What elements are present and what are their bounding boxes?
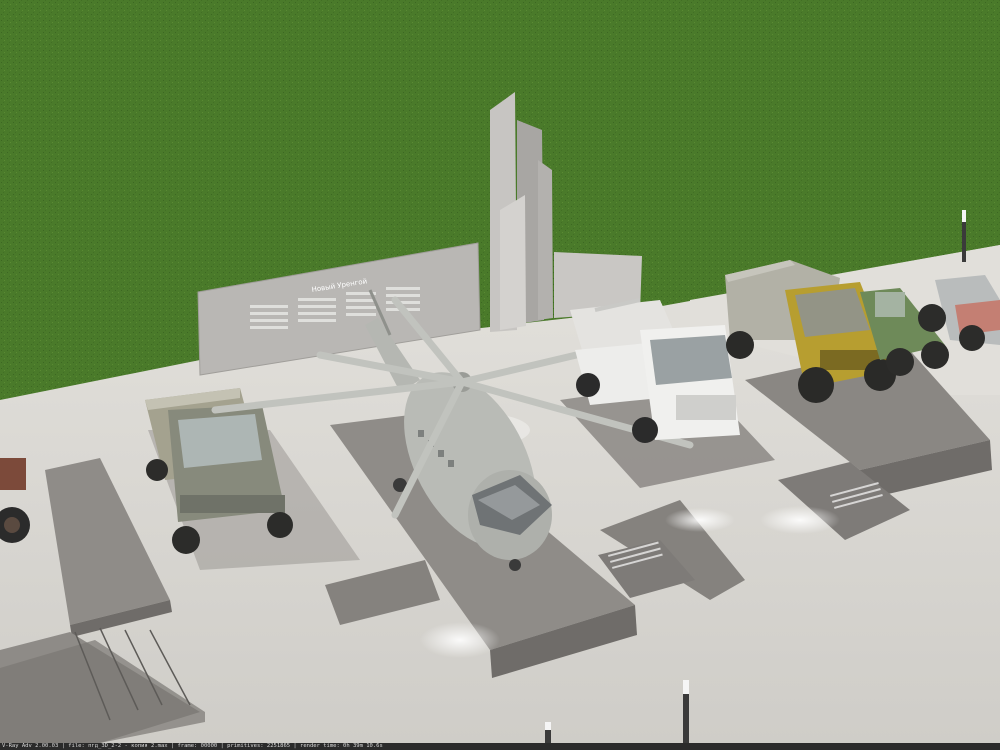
- stele-column-3: [500, 195, 526, 330]
- render-status-bar: V-Ray Adv 2.00.03 | file: пгд_3D_2-2 - к…: [0, 743, 1000, 750]
- render-scene: Новый Уренгой: [0, 0, 1000, 743]
- render-status-text: V-Ray Adv 2.00.03 | file: пгд_3D_2-2 - к…: [2, 743, 383, 749]
- stele-column-4: [538, 160, 553, 320]
